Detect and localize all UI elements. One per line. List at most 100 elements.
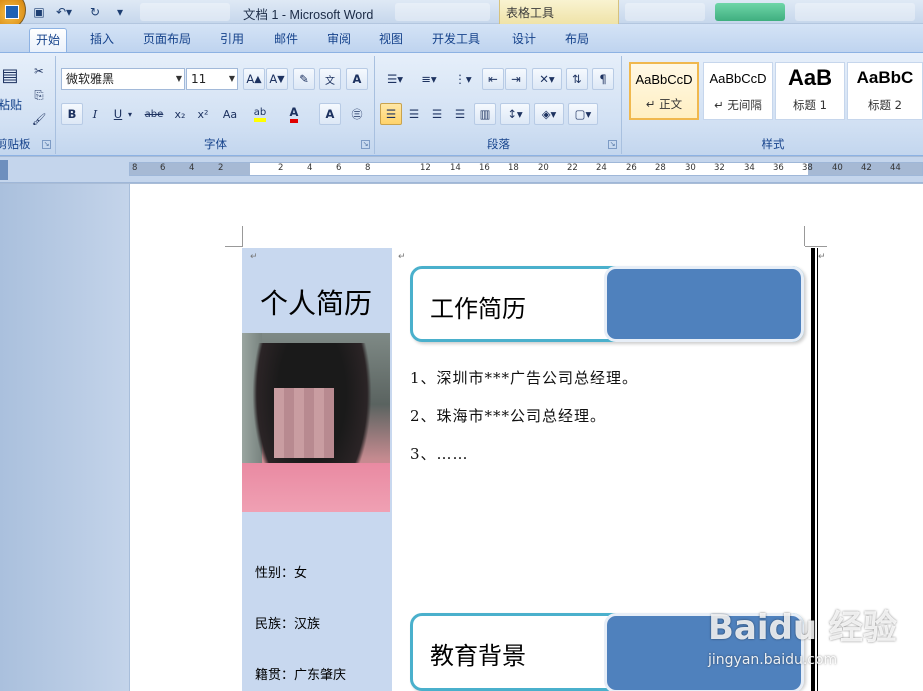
ruler-number: 4 — [307, 163, 313, 173]
align-right-icon[interactable]: ☰ — [426, 103, 448, 125]
save-icon[interactable]: ▣ — [30, 3, 48, 21]
format-painter-icon[interactable]: 🖌 — [28, 108, 50, 130]
font-launcher-icon[interactable]: ↘ — [361, 140, 370, 149]
change-case-button[interactable]: Aa — [217, 103, 243, 125]
phonetic-guide-icon[interactable]: 文 — [319, 68, 341, 90]
style-name: ↵ 正文 — [645, 97, 683, 111]
style-normal[interactable]: AaBbCcD ↵ 正文 — [629, 62, 699, 120]
font-size-combo[interactable]: 11 ▼ — [186, 68, 238, 90]
tab-page-layout[interactable]: 页面布局 — [137, 28, 197, 52]
work-item: 2、珠海市***公司总经理。 — [410, 407, 607, 425]
copy-icon[interactable]: ⎘ — [28, 84, 50, 106]
show-marks-icon[interactable]: ¶ — [592, 68, 614, 90]
undo-icon[interactable]: ↶▾ — [50, 3, 78, 21]
ruler-number: 34 — [744, 163, 755, 173]
strikethrough-button[interactable]: abe — [141, 103, 167, 125]
customize-quick-access-icon[interactable]: ▾ — [114, 3, 126, 21]
tab-review[interactable]: 审阅 — [321, 28, 357, 52]
style-no-spacing[interactable]: AaBbCcD ↵ 无间隔 — [703, 62, 773, 120]
tab-insert[interactable]: 插入 — [84, 28, 120, 52]
style-heading-1[interactable]: AaB 标题 1 — [775, 62, 845, 120]
bold-button[interactable]: B — [61, 103, 83, 125]
font-color-icon[interactable]: A — [283, 103, 305, 125]
numbering-icon[interactable]: ≡▾ — [414, 68, 444, 90]
info-gender: 性别：女 — [255, 566, 308, 581]
style-sample: AaBbC — [856, 68, 914, 87]
blurred-area — [625, 3, 705, 21]
table-tools-context: 表格工具 — [499, 0, 619, 24]
increase-indent-icon[interactable]: ⇥ — [505, 68, 527, 90]
chevron-down-icon[interactable]: ▾ — [119, 103, 141, 125]
grow-font-icon[interactable]: A ▲ — [243, 68, 265, 90]
paragraph-mark: ↵ — [818, 252, 826, 262]
paste-icon[interactable]: ▤ — [0, 60, 22, 90]
baidu-watermark-url: jingyan.baidu.com — [708, 652, 838, 668]
decrease-indent-icon[interactable]: ⇤ — [482, 68, 504, 90]
tab-developer[interactable]: 开发工具 — [426, 28, 486, 52]
tab-view[interactable]: 视图 — [373, 28, 409, 52]
ruler-number: 36 — [773, 163, 784, 173]
distributed-icon[interactable]: ▥ — [474, 103, 496, 125]
tab-references[interactable]: 引用 — [214, 28, 250, 52]
blurred-area — [795, 3, 915, 21]
style-sample: AaB — [787, 65, 832, 90]
italic-button[interactable]: I — [84, 103, 106, 125]
title-bar: ▣ ↶▾ ↻ ▾ 文档 1 - Microsoft Word 表格工具 — [0, 0, 923, 30]
character-border-icon[interactable]: A — [346, 68, 368, 90]
horizontal-ruler[interactable]: 8 6 4 2 2 4 6 8 12 14 16 18 20 22 24 26 … — [129, 162, 923, 176]
ruler-number: 22 — [567, 163, 578, 173]
styles-group-label: 样式 — [761, 137, 785, 151]
tab-design[interactable]: 设计 — [506, 28, 542, 52]
style-name: 标题 2 — [868, 98, 902, 112]
tab-mailings[interactable]: 邮件 — [268, 28, 304, 52]
paragraph-mark: ↵ — [250, 252, 258, 262]
ribbon: ▤ 粘贴 ✂ ⎘ 🖌 剪贴板 ↘ 微软雅黑 ▼ 11 ▼ A ▲ A ▼ ✎ 文 A B… — [0, 52, 923, 156]
justify-icon[interactable]: ☰ — [449, 103, 471, 125]
ruler-number: 32 — [714, 163, 725, 173]
multilevel-list-icon[interactable]: ⋮▾ — [448, 68, 478, 90]
ruler-number: 16 — [479, 163, 490, 173]
blurred-area — [140, 3, 230, 21]
font-name-value: 微软雅黑 — [66, 72, 115, 86]
ruler-number: 6 — [160, 163, 166, 173]
paragraph-launcher-icon[interactable]: ↘ — [608, 140, 617, 149]
tab-home[interactable]: 开始 — [29, 28, 68, 52]
cut-icon[interactable]: ✂ — [28, 60, 50, 82]
character-shading-icon[interactable]: A — [319, 103, 341, 125]
bullets-icon[interactable]: ☰▾ — [380, 68, 410, 90]
clear-format-icon[interactable]: ✎ — [293, 68, 315, 90]
ruler-number: 30 — [685, 163, 696, 173]
highlight-icon[interactable]: ab — [249, 103, 271, 125]
ruler-number: 42 — [861, 163, 872, 173]
enclose-characters-icon[interactable]: ㊂ — [346, 103, 368, 125]
font-name-combo[interactable]: 微软雅黑 ▼ — [61, 68, 185, 90]
crop-mark — [242, 226, 243, 246]
shading-icon[interactable]: ◈▾ — [534, 103, 564, 125]
ruler-number: 2 — [218, 163, 224, 173]
ruler-number: 8 — [132, 163, 138, 173]
style-heading-2[interactable]: AaBbC 标题 2 — [847, 62, 923, 120]
superscript-button[interactable]: x² — [192, 103, 214, 125]
align-left-icon[interactable]: ☰ — [380, 103, 402, 125]
shrink-font-icon[interactable]: A ▼ — [266, 68, 288, 90]
borders-icon[interactable]: ▢▾ — [568, 103, 598, 125]
tab-selector[interactable] — [0, 160, 8, 180]
work-heading-box[interactable]: 工作简历 — [410, 266, 804, 342]
subscript-button[interactable]: x₂ — [169, 103, 191, 125]
ruler-number: 26 — [626, 163, 637, 173]
sort-icon[interactable]: ⇅ — [566, 68, 588, 90]
clipboard-launcher-icon[interactable]: ↘ — [42, 140, 51, 149]
work-item: 1、深圳市***广告公司总经理。 — [410, 369, 639, 387]
ruler-number: 14 — [450, 163, 461, 173]
profile-photo[interactable] — [242, 333, 390, 512]
ruler-number: 28 — [655, 163, 666, 173]
align-center-icon[interactable]: ☰ — [403, 103, 425, 125]
tab-layout[interactable]: 布局 — [559, 28, 595, 52]
chevron-down-icon: ▼ — [228, 74, 235, 83]
paragraph-group-label: 段落 — [487, 137, 510, 151]
redo-icon[interactable]: ↻ — [84, 3, 106, 21]
paste-button[interactable]: 粘贴 — [0, 96, 22, 113]
line-spacing-icon[interactable]: ↕▾ — [500, 103, 530, 125]
info-hometown: 籍贯：广东肇庆 — [255, 668, 347, 683]
chinese-layout-icon[interactable]: ✕▾ — [532, 68, 562, 90]
